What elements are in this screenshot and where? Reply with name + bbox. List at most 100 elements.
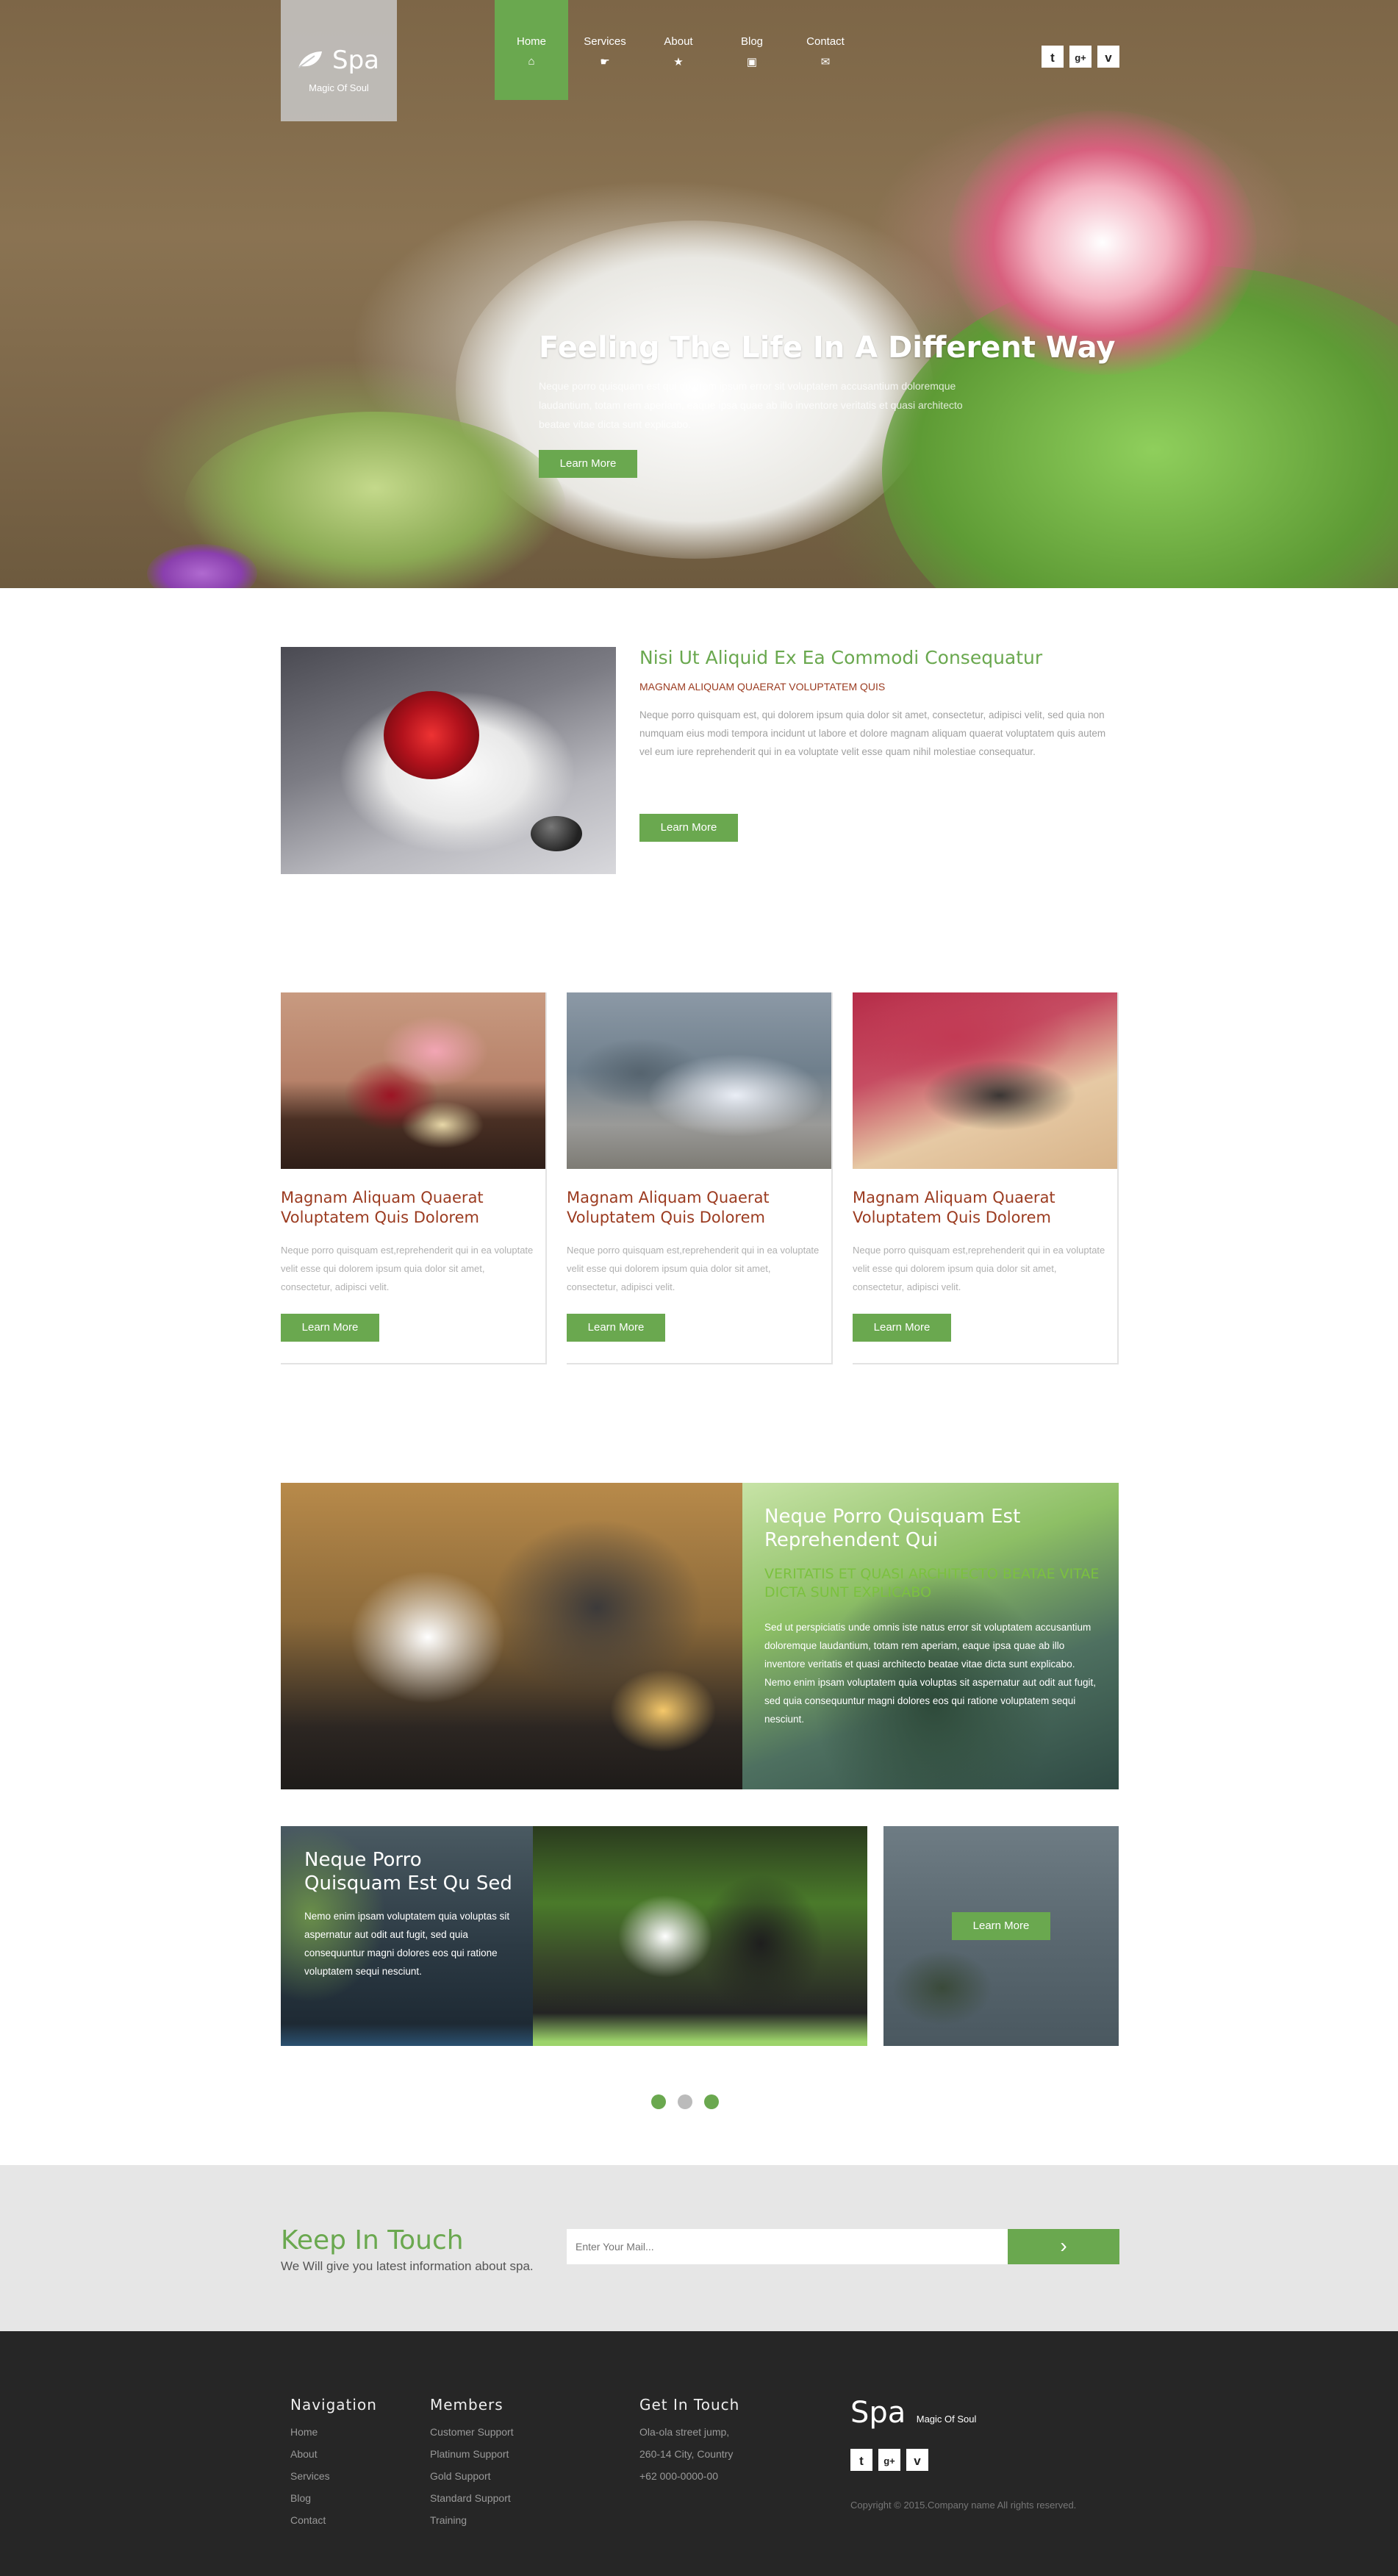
main-nav: Home ⌂ Services ☛ About ★ Blog ▣ Contact… (495, 0, 862, 100)
gallery-panel-1-text: Sed ut perspiciatis unde omnis iste natu… (764, 1622, 1096, 1725)
nav-item-label: Services (584, 35, 626, 48)
gallery-panel-2-title: Neque Porro Quisquam Est Qu Sed (304, 1849, 512, 1895)
feature-subtitle: MAGNAM ALIQUAM QUAERAT VOLUPTATEM QUIS (639, 681, 886, 693)
footer-heading: Get In Touch (639, 2396, 740, 2414)
footer-logo-tagline: Magic Of Soul (916, 2414, 977, 2425)
footer-heading: Members (430, 2396, 503, 2414)
nav-item-home[interactable]: Home ⌂ (495, 0, 568, 100)
carousel-dot[interactable] (704, 2094, 719, 2109)
card-image (853, 992, 1117, 1169)
nav-item-blog[interactable]: Blog ▣ (715, 0, 789, 100)
twitter-icon[interactable]: t (1042, 46, 1064, 68)
feature-image (281, 647, 616, 874)
nav-item-services[interactable]: Services ☛ (568, 0, 642, 100)
gallery-text-panel-1: Neque Porro Quisquam Est Reprehendent Qu… (742, 1483, 1119, 1789)
card-learn-more-button[interactable]: Learn More (853, 1314, 951, 1342)
gallery-text-panel-2: Neque Porro Quisquam Est Qu Sed Nemo eni… (281, 1826, 533, 2046)
footer-address-line: 260-14 City, Country (639, 2448, 734, 2460)
home-icon: ⌂ (528, 55, 535, 68)
footer: Navigation Home About Services Blog Cont… (0, 2331, 1398, 2576)
hibiscus-flower (384, 691, 479, 779)
hero-learn-more-button[interactable]: Learn More (539, 450, 637, 478)
newsletter-title: Keep In Touch (281, 2225, 464, 2255)
footer-logo-title: Spa (850, 2396, 906, 2430)
gallery-image-water-drops: Learn More (883, 1826, 1119, 2046)
footer-link-services[interactable]: Services (290, 2465, 377, 2487)
card-title: Magnam Aliquam Quaerat Voluptatem Quis D… (281, 1189, 484, 1226)
carousel-dot[interactable] (678, 2094, 692, 2109)
newsletter-subtitle: We Will give you latest information abou… (281, 2259, 534, 2273)
gallery-image-frangipani (533, 1826, 867, 2046)
card-image (281, 992, 545, 1169)
footer-navigation: Navigation Home About Services Blog Cont… (290, 2396, 377, 2531)
service-card: Magnam Aliquam Quaerat Voluptatem Quis D… (281, 992, 547, 1364)
twitter-icon[interactable]: t (850, 2449, 872, 2471)
star-icon: ★ (673, 56, 684, 68)
image-icon: ▣ (746, 56, 758, 68)
nav-item-about[interactable]: About ★ (642, 0, 715, 100)
footer-link-contact[interactable]: Contact (290, 2509, 377, 2531)
email-input[interactable] (567, 2229, 1008, 2264)
footer-social: t g+ v (850, 2449, 928, 2471)
nav-item-label: Home (516, 35, 546, 48)
card-image (567, 992, 831, 1169)
google-plus-icon[interactable]: g+ (1069, 46, 1091, 68)
footer-link-standard-support[interactable]: Standard Support (430, 2487, 514, 2509)
nav-item-contact[interactable]: Contact ✉ (789, 0, 862, 100)
subscribe-arrow-button[interactable]: › (1008, 2229, 1119, 2264)
logo[interactable]: Spa Magic Of Soul (281, 0, 397, 121)
vimeo-icon[interactable]: v (1097, 46, 1119, 68)
logo-tagline: Magic Of Soul (309, 82, 369, 93)
footer-contact: Get In Touch Ola-ola street jump, 260-14… (639, 2396, 739, 2487)
carousel-dot[interactable] (651, 2094, 666, 2109)
footer-phone: +62 000-0000-00 (639, 2470, 719, 2482)
service-card: Magnam Aliquam Quaerat Voluptatem Quis D… (567, 992, 833, 1364)
card-text: Neque porro quisquam est,reprehenderit q… (567, 1245, 820, 1292)
gallery-panel-2-text: Nemo enim ipsam voluptatem quia voluptas… (304, 1911, 510, 1977)
newsletter-section: Keep In Touch We Will give you latest in… (0, 2165, 1398, 2331)
envelope-icon: ✉ (820, 56, 831, 68)
nav-item-label: Blog (740, 35, 764, 48)
feature-title: Nisi Ut Aliquid Ex Ea Commodi Consequatu… (639, 647, 1043, 668)
service-card: Magnam Aliquam Quaerat Voluptatem Quis D… (853, 992, 1119, 1364)
footer-heading: Navigation (290, 2396, 377, 2414)
vimeo-icon[interactable]: v (906, 2449, 928, 2471)
nav-item-label: About (664, 35, 693, 48)
carousel-dots (651, 2094, 719, 2109)
footer-members: Members Customer Support Platinum Suppor… (430, 2396, 514, 2531)
stones (531, 816, 582, 851)
footer-brand: Spa Magic Of Soul (850, 2396, 976, 2430)
gallery-panel-1-subtitle: VERITATIS ET QUASI ARCHITECTO BEATAE VIT… (764, 1566, 1100, 1600)
feature-text: Neque porro quisquam est, qui dolorem ip… (639, 709, 1106, 757)
hero-section: Spa Magic Of Soul Home ⌂ Services ☛ Abou… (0, 0, 1398, 588)
card-learn-more-button[interactable]: Learn More (281, 1314, 379, 1342)
card-learn-more-button[interactable]: Learn More (567, 1314, 665, 1342)
service-cards: Magnam Aliquam Quaerat Voluptatem Quis D… (281, 992, 1119, 1364)
page: Spa Magic Of Soul Home ⌂ Services ☛ Abou… (0, 0, 1398, 2576)
footer-link-gold-support[interactable]: Gold Support (430, 2465, 514, 2487)
footer-link-home[interactable]: Home (290, 2421, 377, 2443)
gallery-learn-more-button[interactable]: Learn More (952, 1912, 1050, 1940)
logo-title: Spa (332, 46, 379, 75)
footer-link-customer-support[interactable]: Customer Support (430, 2421, 514, 2443)
card-title: Magnam Aliquam Quaerat Voluptatem Quis D… (853, 1189, 1055, 1226)
gallery-image-stones-candle (281, 1483, 742, 1789)
card-text: Neque porro quisquam est,reprehenderit q… (853, 1245, 1105, 1292)
footer-link-platinum-support[interactable]: Platinum Support (430, 2443, 514, 2465)
google-plus-icon[interactable]: g+ (878, 2449, 900, 2471)
feature-learn-more-button[interactable]: Learn More (639, 814, 738, 842)
hero-title: Feeling The Life In A Different Way (539, 331, 1116, 365)
footer-link-blog[interactable]: Blog (290, 2487, 377, 2509)
hero-text: Neque porro quisquam est qui dolorem ips… (539, 380, 963, 430)
footer-link-about[interactable]: About (290, 2443, 377, 2465)
card-title: Magnam Aliquam Quaerat Voluptatem Quis D… (567, 1189, 770, 1226)
footer-address-line: Ola-ola street jump, (639, 2426, 730, 2438)
gallery-panel-1-title: Neque Porro Quisquam Est Reprehendent Qu… (764, 1506, 1021, 1551)
services-icon: ☛ (600, 56, 610, 68)
footer-link-training[interactable]: Training (430, 2509, 514, 2531)
nav-item-label: Contact (806, 35, 845, 48)
header-social: t g+ v (1042, 46, 1119, 68)
leaf-icon (298, 51, 322, 68)
copyright: Copyright © 2015.Company name All rights… (850, 2500, 1077, 2511)
card-text: Neque porro quisquam est,reprehenderit q… (281, 1245, 534, 1292)
